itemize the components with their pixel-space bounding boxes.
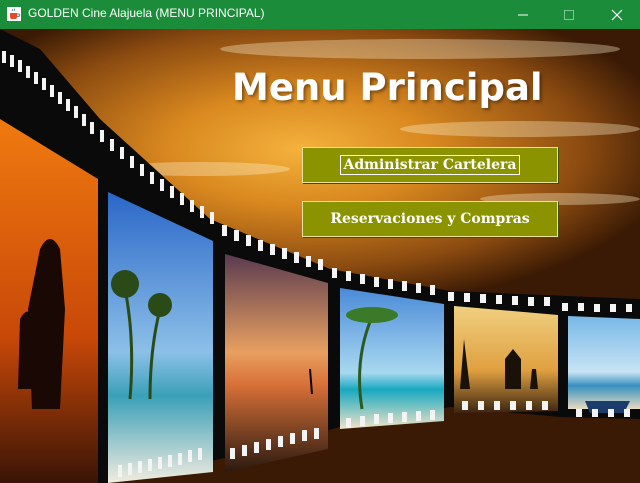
close-button[interactable]: [594, 0, 640, 29]
app-window: GOLDEN Cine Alajuela (MENU PRINCIPAL) Me…: [0, 0, 640, 483]
title-bar[interactable]: GOLDEN Cine Alajuela (MENU PRINCIPAL): [0, 0, 640, 29]
maximize-button[interactable]: [546, 0, 592, 29]
reservaciones-compras-label: Reservaciones y Compras: [330, 211, 530, 227]
minimize-button[interactable]: [500, 0, 546, 29]
minimize-icon: [518, 14, 528, 15]
page-title: Menu Principal: [232, 66, 543, 109]
reservaciones-compras-button[interactable]: Reservaciones y Compras: [302, 201, 558, 237]
close-icon: [611, 9, 623, 20]
window-title: GOLDEN Cine Alajuela (MENU PRINCIPAL): [28, 6, 265, 20]
main-panel: Menu Principal Administrar Cartelera Res…: [0, 29, 640, 483]
administrar-cartelera-label: Administrar Cartelera: [339, 155, 521, 175]
maximize-icon: [564, 9, 574, 20]
java-cup-icon: [7, 7, 21, 21]
administrar-cartelera-button[interactable]: Administrar Cartelera: [302, 147, 558, 183]
